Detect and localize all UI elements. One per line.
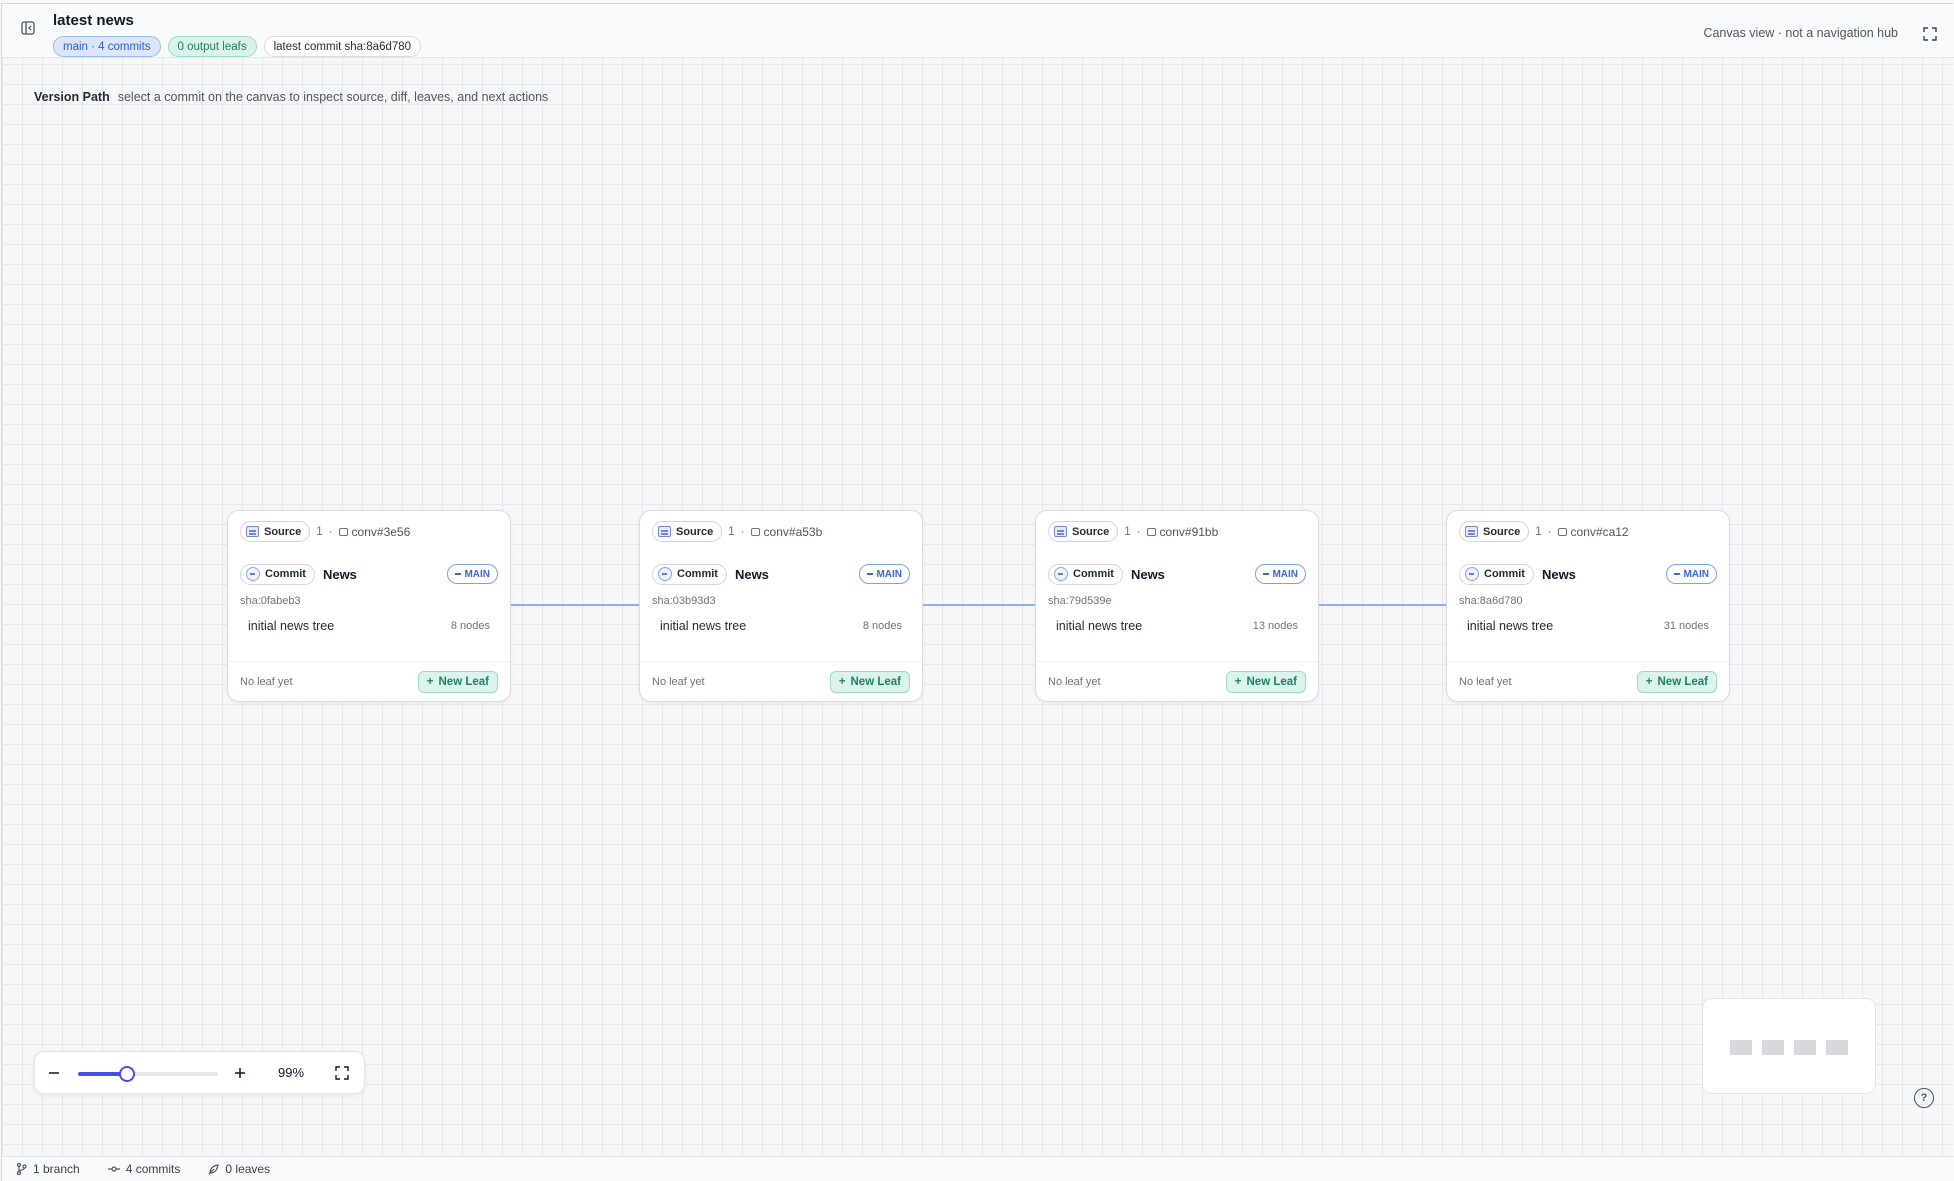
chat-icon <box>1146 527 1156 536</box>
chat-icon <box>750 527 760 536</box>
source-icon <box>246 526 259 537</box>
commit-count: 4 commits <box>107 1162 180 1176</box>
commit-tag: Commit <box>1459 563 1534 585</box>
zoom-slider[interactable] <box>78 1066 218 1082</box>
new-leaf-button[interactable]: + New Leaf <box>417 670 498 693</box>
conversation-link[interactable]: conv#3e56 <box>338 525 410 539</box>
minimap-node <box>1730 1040 1752 1055</box>
commit-icon <box>1054 567 1068 581</box>
new-leaf-button[interactable]: + New Leaf <box>1636 670 1717 693</box>
commit-sha: sha:03b93d3 <box>652 595 716 607</box>
commit-tag: Commit <box>240 563 315 585</box>
commit-name: News <box>322 566 357 582</box>
source-icon <box>658 526 671 537</box>
conversation-link[interactable]: conv#ca12 <box>1557 525 1629 539</box>
new-leaf-button[interactable]: + New Leaf <box>829 670 910 693</box>
version-path: Version Path select a commit on the canv… <box>34 90 548 104</box>
minimap-node <box>1794 1040 1816 1055</box>
source-icon <box>1465 526 1478 537</box>
source-tag[interactable]: Source <box>240 521 311 542</box>
commit-name: News <box>734 566 769 582</box>
commit-icon <box>107 1166 120 1172</box>
commit-sha: sha:8a6d780 <box>1459 595 1523 607</box>
conversation-link[interactable]: conv#91bb <box>1146 525 1218 539</box>
chat-icon <box>338 527 348 536</box>
source-count: 1 <box>1535 525 1542 538</box>
version-path-hint: select a commit on the canvas to inspect… <box>117 90 549 104</box>
branch-badge: MAIN <box>859 564 910 584</box>
plus-icon: + <box>1645 675 1653 688</box>
commit-connector <box>923 604 1036 606</box>
branch-badge: MAIN <box>1666 564 1717 584</box>
minimap[interactable] <box>1702 998 1876 1094</box>
commit-tag: Commit <box>652 563 727 585</box>
help-icon[interactable]: ? <box>1914 1088 1934 1108</box>
header-chips: main · 4 commits 0 output leafs latest c… <box>53 36 422 57</box>
zoom-level: 99% <box>278 1065 305 1080</box>
commit-tag: Commit <box>1048 563 1123 585</box>
node-count: 31 nodes <box>1663 620 1709 632</box>
top-header: latest news main · 4 commits 0 output le… <box>2 4 1954 58</box>
commit-name: News <box>1130 566 1165 582</box>
plus-icon: + <box>838 675 846 688</box>
commit-message: initial news tree <box>1467 619 1554 633</box>
commit-name: News <box>1541 566 1576 582</box>
commit-card[interactable]: Source 1 · conv#ca12 Commit News MAIN sh… <box>1446 510 1730 702</box>
commit-icon <box>1465 567 1479 581</box>
fit-view-icon[interactable] <box>333 1064 351 1082</box>
commit-card[interactable]: Source 1 · conv#91bb Commit News MAIN sh… <box>1035 510 1319 702</box>
commit-sha: sha:0fabeb3 <box>240 595 301 607</box>
node-count: 13 nodes <box>1252 620 1298 632</box>
source-tag[interactable]: Source <box>652 521 723 542</box>
commit-connector <box>1319 604 1447 606</box>
leaf-status: No leaf yet <box>240 675 293 688</box>
page-title: latest news <box>53 12 134 29</box>
zoom-out-icon[interactable] <box>45 1064 63 1082</box>
zoom-slider-thumb[interactable] <box>119 1066 135 1082</box>
leaf-status: No leaf yet <box>1048 675 1101 688</box>
branch-badge: MAIN <box>447 564 498 584</box>
fullscreen-icon[interactable] <box>1920 24 1940 44</box>
branch-badge: MAIN <box>1255 564 1306 584</box>
branch-icon <box>16 1163 27 1175</box>
zoom-in-icon[interactable] <box>231 1064 249 1082</box>
branch-commits-chip[interactable]: main · 4 commits <box>53 36 161 57</box>
status-bar: 1 branch 4 commits 0 leaves <box>2 1156 1954 1181</box>
commit-connector <box>511 604 640 606</box>
commit-icon <box>658 567 672 581</box>
commit-card[interactable]: Source 1 · conv#a53b Commit News MAIN sh… <box>639 510 923 702</box>
latest-commit-chip[interactable]: latest commit sha:8a6d780 <box>263 36 422 57</box>
node-count: 8 nodes <box>450 620 490 632</box>
commit-sha: sha:79d539e <box>1048 595 1112 607</box>
commit-icon <box>246 567 260 581</box>
source-count: 1 <box>316 525 323 538</box>
source-count: 1 <box>728 525 735 538</box>
sidebar-toggle-icon[interactable] <box>18 18 38 38</box>
source-count: 1 <box>1124 525 1131 538</box>
plus-icon: + <box>426 675 434 688</box>
canvas-view-note: Canvas view · not a navigation hub <box>1703 26 1898 40</box>
source-tag[interactable]: Source <box>1459 521 1530 542</box>
conversation-link[interactable]: conv#a53b <box>750 525 822 539</box>
commit-message: initial news tree <box>1056 619 1143 633</box>
minimap-node <box>1762 1040 1784 1055</box>
zoom-controls: 99% <box>34 1051 365 1094</box>
leaf-count: 0 leaves <box>208 1162 270 1176</box>
branch-count: 1 branch <box>16 1162 80 1176</box>
leaf-icon <box>208 1163 220 1174</box>
leaf-status: No leaf yet <box>652 675 705 688</box>
source-icon <box>1054 526 1067 537</box>
chat-icon <box>1557 527 1567 536</box>
commit-message: initial news tree <box>660 619 747 633</box>
commit-card[interactable]: Source 1 · conv#3e56 Commit News MAIN sh… <box>227 510 511 702</box>
new-leaf-button[interactable]: + New Leaf <box>1225 670 1306 693</box>
commit-message: initial news tree <box>248 619 335 633</box>
source-tag[interactable]: Source <box>1048 521 1119 542</box>
minimap-node <box>1826 1040 1848 1055</box>
node-count: 8 nodes <box>862 620 902 632</box>
version-path-label: Version Path <box>34 90 110 104</box>
leaf-status: No leaf yet <box>1459 675 1512 688</box>
plus-icon: + <box>1234 675 1242 688</box>
output-leafs-chip[interactable]: 0 output leafs <box>167 36 257 57</box>
